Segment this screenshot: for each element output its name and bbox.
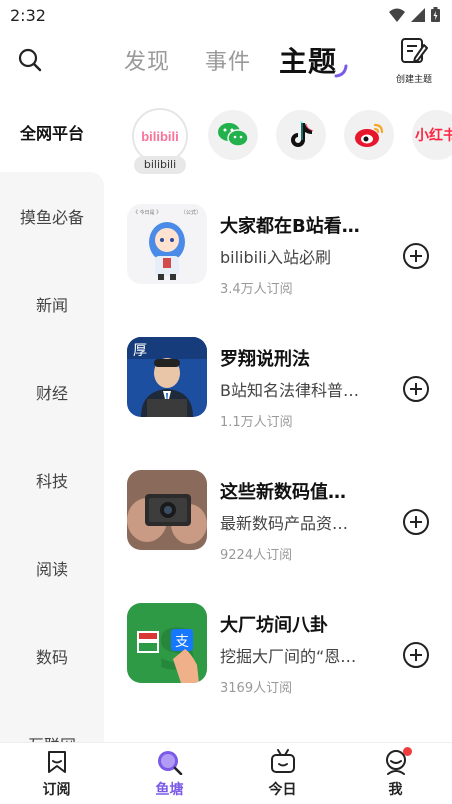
active-tab-indicator — [334, 64, 348, 78]
platform-wechat[interactable] — [208, 110, 258, 160]
subscribe-button[interactable] — [402, 242, 430, 270]
status-bar: 2:32 — [0, 0, 452, 32]
wechat-icon — [218, 123, 249, 147]
list-item[interactable]: 厚 罗翔说刑法 B站知名法律科普… 1.1万人订阅 — [104, 327, 452, 460]
sidebar-item-internet[interactable]: 互联网 — [0, 700, 104, 742]
list-item[interactable]: S 支 大厂坊间八卦 挖掘大厂间的“恩… 3169人订阅 — [104, 593, 452, 726]
pond-search-icon — [157, 751, 182, 775]
sidebar-item-digital[interactable]: 数码 — [0, 612, 104, 700]
topic-title: 大厂坊间八卦 — [220, 615, 328, 636]
bottom-tab-pond[interactable]: 鱼塘 — [113, 743, 226, 804]
top-nav: 发现 事件 主题 创建主题 — [0, 34, 452, 86]
bottom-tab-subscribe[interactable]: 订阅 — [0, 743, 113, 804]
topic-thumbnail: S 支 — [127, 603, 207, 683]
platform-xiaohongshu[interactable]: 小红书 — [412, 110, 452, 160]
topic-desc: bilibili入站必刷 — [220, 248, 331, 267]
signal-icon — [411, 7, 425, 22]
bottom-nav: 订阅 鱼塘 今日 我 — [0, 742, 452, 804]
sidebar-item-reading[interactable]: 阅读 — [0, 524, 104, 612]
topic-thumbnail — [127, 470, 207, 550]
svg-text:〔公式〕: 〔公式〕 — [181, 209, 201, 216]
svg-text:bilibili: bilibili — [141, 129, 179, 144]
plus-circle-icon — [403, 509, 429, 535]
topic-thumbnail: 《 今日是 》 〔公式〕 — [127, 204, 207, 284]
subscribe-button[interactable] — [402, 375, 430, 403]
svg-text:支: 支 — [175, 634, 189, 650]
sidebar-item-news[interactable]: 新闻 — [0, 260, 104, 348]
category-sidebar: 摸鱼必备 新闻 财经 科技 阅读 数码 互联网 — [0, 172, 104, 742]
topic-subscribers: 3169人订阅 — [220, 681, 293, 696]
topic-title: 大家都在B站看… — [220, 216, 360, 237]
search-icon — [18, 48, 42, 72]
topic-title: 罗翔说刑法 — [220, 349, 310, 370]
platform-bilibili-label: bilibili — [134, 156, 186, 174]
bookmark-icon — [47, 751, 66, 773]
create-topic-button[interactable]: 创建主题 — [390, 36, 438, 85]
topic-subscribers: 3.4万人订阅 — [220, 282, 293, 297]
topic-list: 《 今日是 》 〔公式〕 大家都在B站看… bilibili入站必刷 3.4万人… — [104, 194, 452, 726]
bottom-tab-today[interactable]: 今日 — [226, 743, 339, 804]
platform-weibo[interactable] — [344, 110, 394, 160]
tab-event[interactable]: 事件 — [205, 44, 251, 76]
sidebar-item-moyu[interactable]: 摸鱼必备 — [0, 172, 104, 260]
subscribe-button[interactable] — [402, 508, 430, 536]
topic-title: 这些新数码值… — [220, 482, 346, 503]
topic-thumbnail: 厚 — [127, 337, 207, 417]
bottom-tab-label: 鱼塘 — [155, 782, 184, 798]
bottom-tab-label: 我 — [388, 782, 403, 798]
svg-text:《 今日是 》: 《 今日是 》 — [133, 209, 161, 216]
battery-icon — [431, 7, 440, 22]
svg-text:厚: 厚 — [133, 343, 147, 359]
bottom-tab-me[interactable]: 我 — [339, 743, 452, 804]
tab-discover[interactable]: 发现 — [124, 44, 170, 76]
search-button[interactable] — [16, 46, 44, 74]
bottom-tab-label: 订阅 — [42, 782, 71, 798]
bottom-tab-label: 今日 — [268, 782, 297, 798]
weibo-icon — [355, 123, 384, 147]
xiaohongshu-logo: 小红书 — [415, 127, 452, 144]
svg-text:小红书: 小红书 — [415, 127, 452, 144]
list-item[interactable]: 《 今日是 》 〔公式〕 大家都在B站看… bilibili入站必刷 3.4万人… — [104, 194, 452, 327]
edit-icon — [401, 38, 428, 63]
platform-row: bilibili bilibili 小红书 — [118, 106, 452, 178]
status-icons — [389, 7, 440, 22]
sidebar-item-tech[interactable]: 科技 — [0, 436, 104, 524]
platform-douyin[interactable] — [276, 110, 326, 160]
notification-dot — [403, 747, 412, 756]
topic-desc: 最新数码产品资… — [220, 514, 349, 533]
plus-circle-icon — [403, 243, 429, 269]
topic-desc: B站知名法律科普… — [220, 381, 359, 400]
tv-icon — [270, 749, 295, 773]
plus-circle-icon — [403, 642, 429, 668]
bilibili-logo: bilibili — [141, 129, 179, 144]
all-platforms-label[interactable]: 全网平台 — [0, 120, 104, 144]
status-time: 2:32 — [10, 6, 46, 25]
wifi-icon — [389, 8, 405, 22]
list-item[interactable]: 这些新数码值… 最新数码产品资… 9224人订阅 — [104, 460, 452, 593]
subscribe-button[interactable] — [402, 641, 430, 669]
topic-desc: 挖掘大厂间的“恩… — [220, 647, 357, 666]
tab-topic[interactable]: 主题 — [279, 40, 337, 80]
create-topic-label: 创建主题 — [395, 75, 432, 85]
topic-subscribers: 1.1万人订阅 — [220, 415, 293, 430]
tiktok-icon — [291, 121, 314, 147]
topic-subscribers: 9224人订阅 — [220, 548, 293, 563]
plus-circle-icon — [403, 376, 429, 402]
sidebar-item-finance[interactable]: 财经 — [0, 348, 104, 436]
